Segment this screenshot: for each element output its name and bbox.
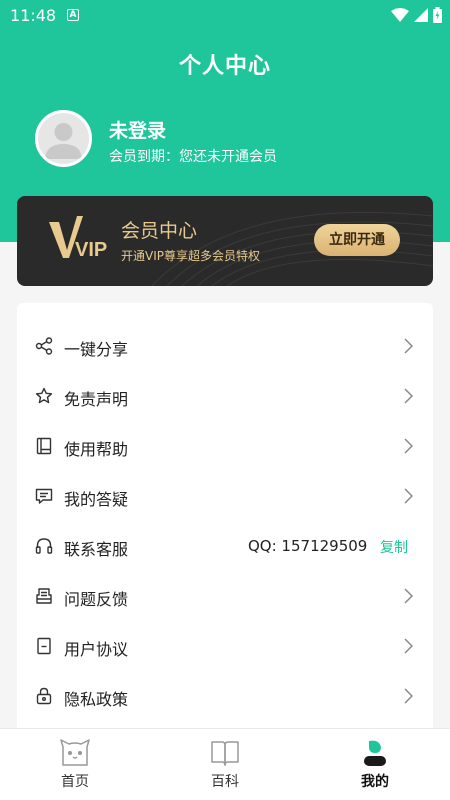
status-icons: [391, 7, 442, 23]
menu-label: 用户协议: [64, 640, 129, 659]
tab-encyclopedia[interactable]: 百科: [150, 729, 300, 800]
vip-logo-text: VIP: [75, 239, 107, 261]
page-title: 个人中心: [178, 54, 271, 79]
menu-label: 联系客服: [64, 540, 129, 559]
menu-card: 一键分享 免责声明 使用帮助 我的答疑 联系客服 QQ: 157129509 复…: [17, 303, 433, 743]
menu-label: 免责声明: [64, 390, 129, 409]
open-vip-button[interactable]: 立即开通: [314, 224, 400, 256]
menu-label: 我的答疑: [64, 490, 129, 509]
chevron-right-icon: [404, 588, 413, 604]
open-book-icon: [211, 741, 239, 766]
tab-label: 首页: [61, 774, 89, 790]
menu-label: 问题反馈: [64, 590, 129, 609]
cat-icon: [60, 739, 90, 766]
menu-item-privacy-policy[interactable]: 隐私政策: [17, 671, 433, 721]
notification-a-icon: A: [67, 9, 79, 21]
menu-item-share[interactable]: 一键分享: [17, 321, 433, 371]
vip-card[interactable]: VIP 会员中心 开通VIP尊享超多会员特权 立即开通: [17, 196, 433, 286]
star-icon: [35, 387, 53, 404]
avatar[interactable]: [35, 110, 92, 167]
vip-description: 开通VIP尊享超多会员特权: [121, 249, 260, 263]
share-icon: [35, 337, 53, 355]
menu-label: 隐私政策: [64, 690, 129, 709]
menu-item-help[interactable]: 使用帮助: [17, 421, 433, 471]
menu-label: 使用帮助: [64, 440, 129, 459]
battery-icon: [433, 7, 442, 23]
chevron-right-icon: [404, 338, 413, 354]
headset-icon: [35, 538, 53, 554]
chevron-right-icon: [404, 438, 413, 454]
chevron-right-icon: [404, 488, 413, 504]
user-avatar-icon: [45, 123, 82, 159]
menu-item-disclaimer[interactable]: 免责声明: [17, 371, 433, 421]
profile-icon: [364, 740, 386, 766]
tab-label: 我的: [361, 774, 389, 790]
vip-title: 会员中心: [121, 220, 198, 242]
chevron-right-icon: [404, 688, 413, 704]
status-time: 11:48: [10, 6, 57, 25]
feedback-icon: [36, 588, 52, 604]
tab-bar: 首页 百科 我的: [0, 728, 450, 800]
menu-item-feedback[interactable]: 问题反馈: [17, 571, 433, 621]
menu-item-customer-service: 联系客服 QQ: 157129509 复制: [17, 521, 433, 571]
lock-icon: [36, 687, 52, 705]
tab-home[interactable]: 首页: [0, 729, 150, 800]
chat-icon: [35, 488, 53, 504]
membership-status: 会员到期：您还未开通会员: [109, 149, 277, 165]
chevron-right-icon: [404, 388, 413, 404]
status-bar: 11:48 A: [0, 0, 450, 30]
qq-number: QQ: 157129509: [248, 537, 368, 555]
chevron-right-icon: [404, 638, 413, 654]
user-name[interactable]: 未登录: [109, 116, 166, 143]
copy-button[interactable]: 复制: [380, 537, 408, 557]
wifi-icon: [391, 8, 409, 22]
document-icon: [37, 637, 51, 655]
book-icon: [36, 437, 52, 455]
menu-item-my-qa[interactable]: 我的答疑: [17, 471, 433, 521]
vip-logo-icon: VIP: [49, 216, 107, 261]
tab-mine[interactable]: 我的: [300, 729, 450, 800]
signal-icon: [414, 8, 428, 22]
menu-item-user-agreement[interactable]: 用户协议: [17, 621, 433, 671]
tab-label: 百科: [211, 774, 239, 790]
menu-label: 一键分享: [64, 340, 129, 359]
